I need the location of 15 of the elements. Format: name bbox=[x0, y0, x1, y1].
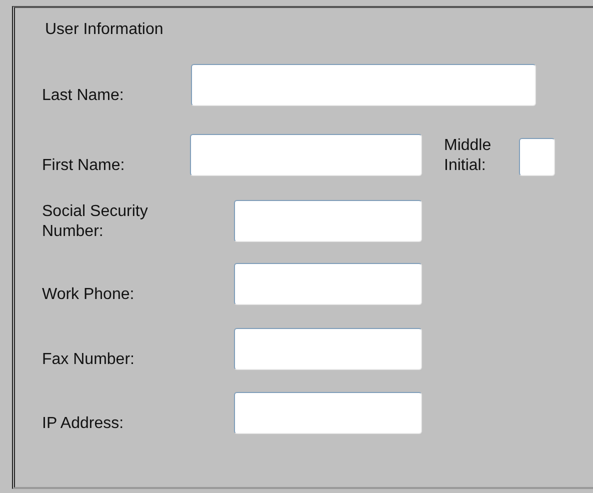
text-field[interactable] bbox=[191, 64, 536, 106]
text-field[interactable] bbox=[234, 328, 422, 370]
text-field[interactable] bbox=[519, 138, 555, 176]
field-label: First Name: bbox=[42, 156, 126, 176]
text-field[interactable] bbox=[234, 263, 422, 305]
field-label: IP Address: bbox=[42, 414, 125, 434]
field-label: Fax Number: bbox=[42, 350, 136, 370]
field-label: Middle Initial: bbox=[444, 136, 492, 176]
field-label: Last Name: bbox=[42, 86, 125, 106]
field-label: Social Security Number: bbox=[42, 202, 149, 242]
text-field[interactable] bbox=[190, 134, 422, 176]
text-field[interactable] bbox=[234, 200, 422, 242]
group-title: User Information bbox=[44, 20, 164, 40]
text-field[interactable] bbox=[234, 392, 422, 434]
field-label: Work Phone: bbox=[42, 285, 136, 305]
